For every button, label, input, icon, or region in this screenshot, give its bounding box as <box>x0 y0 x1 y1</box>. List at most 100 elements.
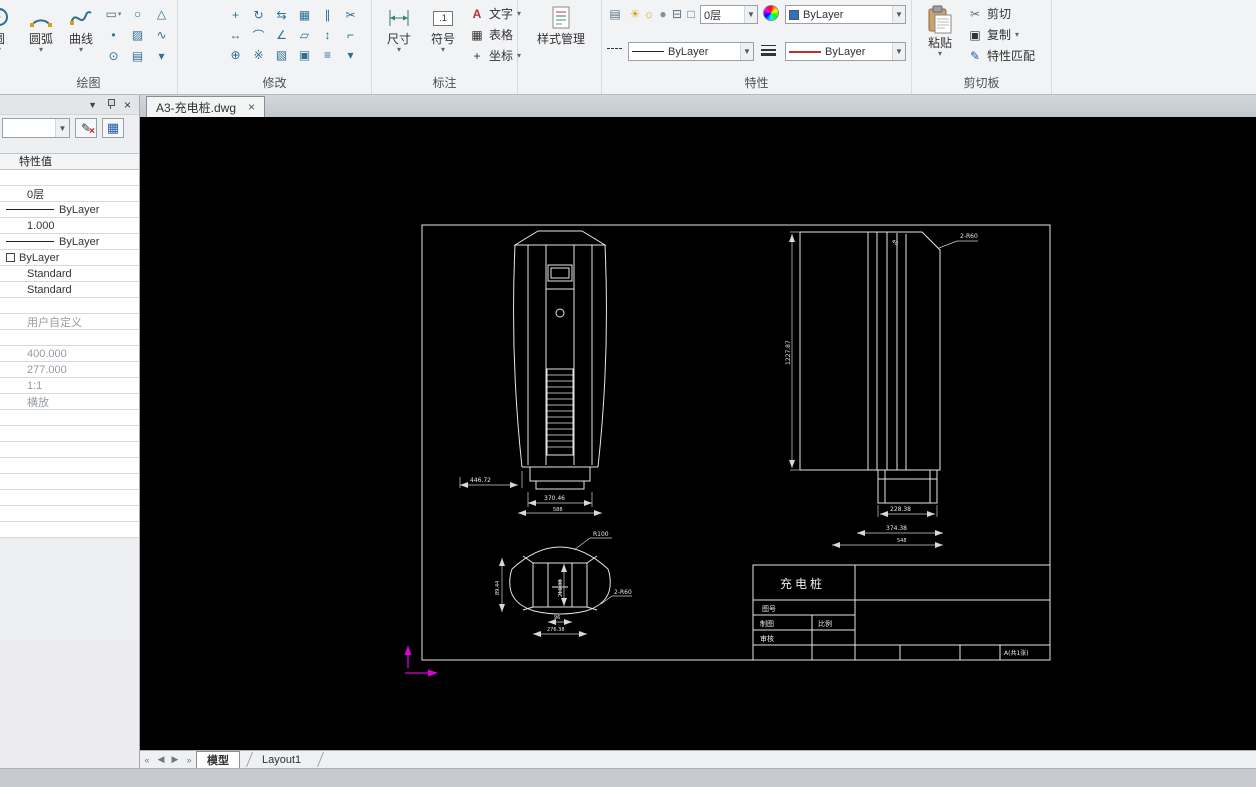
array-icon[interactable]: ▦ <box>293 5 316 25</box>
document-tab[interactable]: A3-充电桩.dwg × <box>146 96 266 117</box>
dimension-label: 尺寸 <box>386 32 411 46</box>
arc-label: 圆弧 <box>28 32 53 46</box>
rotate-icon[interactable]: ↻ <box>247 5 270 25</box>
ribbon-group-properties: ▤ ☀ ☼ ● ⊟ □ 0层 ▼ ByLayer ▼ ByLayer ▼ ByL… <box>602 0 912 94</box>
more-modify-icon[interactable]: ▾ <box>339 45 362 65</box>
linetype-combo[interactable]: ByLayer ▼ <box>628 42 754 61</box>
select-objects-button[interactable]: ▦ <box>102 118 124 138</box>
prop-row-orientation[interactable]: 横放 <box>0 394 139 410</box>
lineweight-combo[interactable]: ByLayer ▼ <box>785 42 906 61</box>
join-icon[interactable]: ⊕ <box>224 45 247 65</box>
hatch-edit-icon[interactable]: ▧ <box>270 45 293 65</box>
chamfer-icon[interactable]: ∠ <box>270 25 293 45</box>
prev-tab-button[interactable]: ◀ <box>154 754 168 765</box>
text-button[interactable]: A 文字 ▾ <box>466 3 524 24</box>
stretch-icon[interactable]: ↕ <box>316 25 339 45</box>
tab-model[interactable]: 模型 <box>196 751 240 768</box>
offset-icon[interactable]: ∥ <box>316 5 339 25</box>
point-icon[interactable]: • <box>102 25 125 45</box>
circle-button[interactable]: 圆 ▾ <box>0 3 18 71</box>
style-manager-button[interactable]: 样式管理 <box>532 3 590 71</box>
symbol-label: 符号 <box>430 32 455 46</box>
red-x-icon: × <box>89 126 95 137</box>
cut-button[interactable]: ✂ 剪切 <box>964 3 1038 24</box>
copy-button[interactable]: ▣ 复制 ▾ <box>964 24 1038 45</box>
dimension-button[interactable]: 尺寸 ▾ <box>378 3 420 71</box>
hatch-icon[interactable]: ▨ <box>126 25 149 45</box>
color-combo[interactable]: ByLayer ▼ <box>785 5 906 24</box>
scale-value: 1:1 <box>27 379 43 392</box>
trim-icon[interactable]: ✂ <box>339 5 362 25</box>
title-cell: 图号 <box>762 605 776 613</box>
quick-select-button[interactable]: ✎ × <box>75 118 97 138</box>
curve-button[interactable]: 曲线 ▾ <box>62 3 100 71</box>
polygon-icon[interactable]: △ <box>150 4 173 24</box>
symbol-button[interactable]: .1 符号 ▾ <box>422 3 464 71</box>
prop-row-color[interactable]: ByLayer <box>0 250 139 266</box>
tab-layout1[interactable]: Layout1 <box>252 751 311 768</box>
freeze-icon[interactable]: ☼ <box>642 7 656 21</box>
layer-box-icon[interactable]: □ <box>684 7 698 21</box>
last-tab-button[interactable]: » <box>182 755 196 765</box>
first-tab-button[interactable]: « <box>140 755 154 765</box>
prop-row-linetype[interactable]: ByLayer <box>0 202 139 218</box>
pin-icon[interactable] <box>106 99 115 110</box>
draw-tools-grid: ▭ ▾ ○ △ • ▨ ∿ ⊙ ▤ ▾ <box>102 4 174 67</box>
lineweight-sample <box>6 241 54 242</box>
panel-close-icon[interactable]: × <box>124 98 131 112</box>
rectangle-icon[interactable]: ▭ ▾ <box>102 4 125 24</box>
prop-row-linetype-scale[interactable]: 1.000 <box>0 218 139 234</box>
paste-button[interactable]: 粘贴 ▾ <box>920 3 960 71</box>
prop-row-paper-width[interactable]: 400.000 <box>0 346 139 362</box>
properties-list-icon[interactable]: ≡ <box>316 45 339 65</box>
color-wheel-icon[interactable] <box>763 5 779 21</box>
block-edit-icon[interactable]: ▣ <box>293 45 316 65</box>
layers-icon[interactable]: ▤ <box>607 7 623 21</box>
region-icon[interactable]: ▤ <box>126 46 149 66</box>
dim-text: 2-R60 <box>960 233 978 240</box>
prop-row-lineweight[interactable]: ByLayer <box>0 234 139 250</box>
grid-select-icon: ▦ <box>106 120 120 135</box>
tab-close-icon[interactable]: × <box>248 100 255 114</box>
selection-filter-combo[interactable]: ▼ <box>2 118 70 138</box>
title-cell: 制图 <box>760 619 774 628</box>
dim-text: 370.46 <box>544 495 565 502</box>
drawing-canvas[interactable]: 446.72 370.46 588 1227.87 2-R60 40 228.3… <box>140 117 1256 750</box>
linetype-icon[interactable] <box>607 48 622 49</box>
prop-row-dim-style[interactable]: Standard <box>0 282 139 298</box>
arc-button[interactable]: 圆弧 ▾ <box>22 3 60 71</box>
mirror-icon[interactable]: ⇆ <box>270 5 293 25</box>
text-label: 文字 <box>489 7 514 21</box>
bulb-icon[interactable]: ☀ <box>628 7 642 21</box>
prop-row-text-style[interactable]: Standard <box>0 266 139 282</box>
prop-row-paper-height[interactable]: 277.000 <box>0 362 139 378</box>
explode-icon[interactable]: ※ <box>247 45 270 65</box>
panel-menu-icon[interactable]: ▼ <box>88 100 97 110</box>
table-button[interactable]: ▦ 表格 <box>466 24 524 45</box>
lineweight-icon[interactable] <box>761 45 776 56</box>
print-icon[interactable]: ⊟ <box>670 7 684 21</box>
match-properties-button[interactable]: ✎ 特性匹配 <box>964 45 1038 66</box>
layout1-tab-label: Layout1 <box>262 753 302 766</box>
spline-icon[interactable]: ∿ <box>150 25 173 45</box>
lock-icon[interactable]: ● <box>656 7 670 21</box>
ucs-icon <box>404 645 438 677</box>
chevron-down-icon: ▾ <box>1015 29 1020 39</box>
ellipse-icon[interactable]: ○ <box>126 4 149 24</box>
coordinate-button[interactable]: + 坐标 ▾ <box>466 45 524 66</box>
extend-icon[interactable]: ↔ <box>224 25 247 45</box>
coordinate-icon: + <box>473 48 481 63</box>
more-draw-icon[interactable]: ▾ <box>150 46 173 66</box>
layer-combo[interactable]: 0层 ▼ <box>700 5 758 24</box>
cad-application-window: 圆 ▾ 圆弧 ▾ 曲线 ▾ ▭▾ ○ △ • <box>0 0 1256 787</box>
move-icon[interactable]: + <box>224 5 247 25</box>
prop-row-scale[interactable]: 1:1 <box>0 378 139 394</box>
copy-icon: ▣ <box>969 27 981 42</box>
next-tab-button[interactable]: ▶ <box>168 754 182 765</box>
chevron-down-icon: ▾ <box>396 45 401 54</box>
scale-icon[interactable]: ▱ <box>293 25 316 45</box>
fillet-icon[interactable]: ⌒ <box>247 25 270 45</box>
break-icon[interactable]: ⌐ <box>339 25 362 45</box>
donut-icon[interactable]: ⊙ <box>102 46 125 66</box>
prop-row-layer[interactable]: 0层 <box>0 186 139 202</box>
